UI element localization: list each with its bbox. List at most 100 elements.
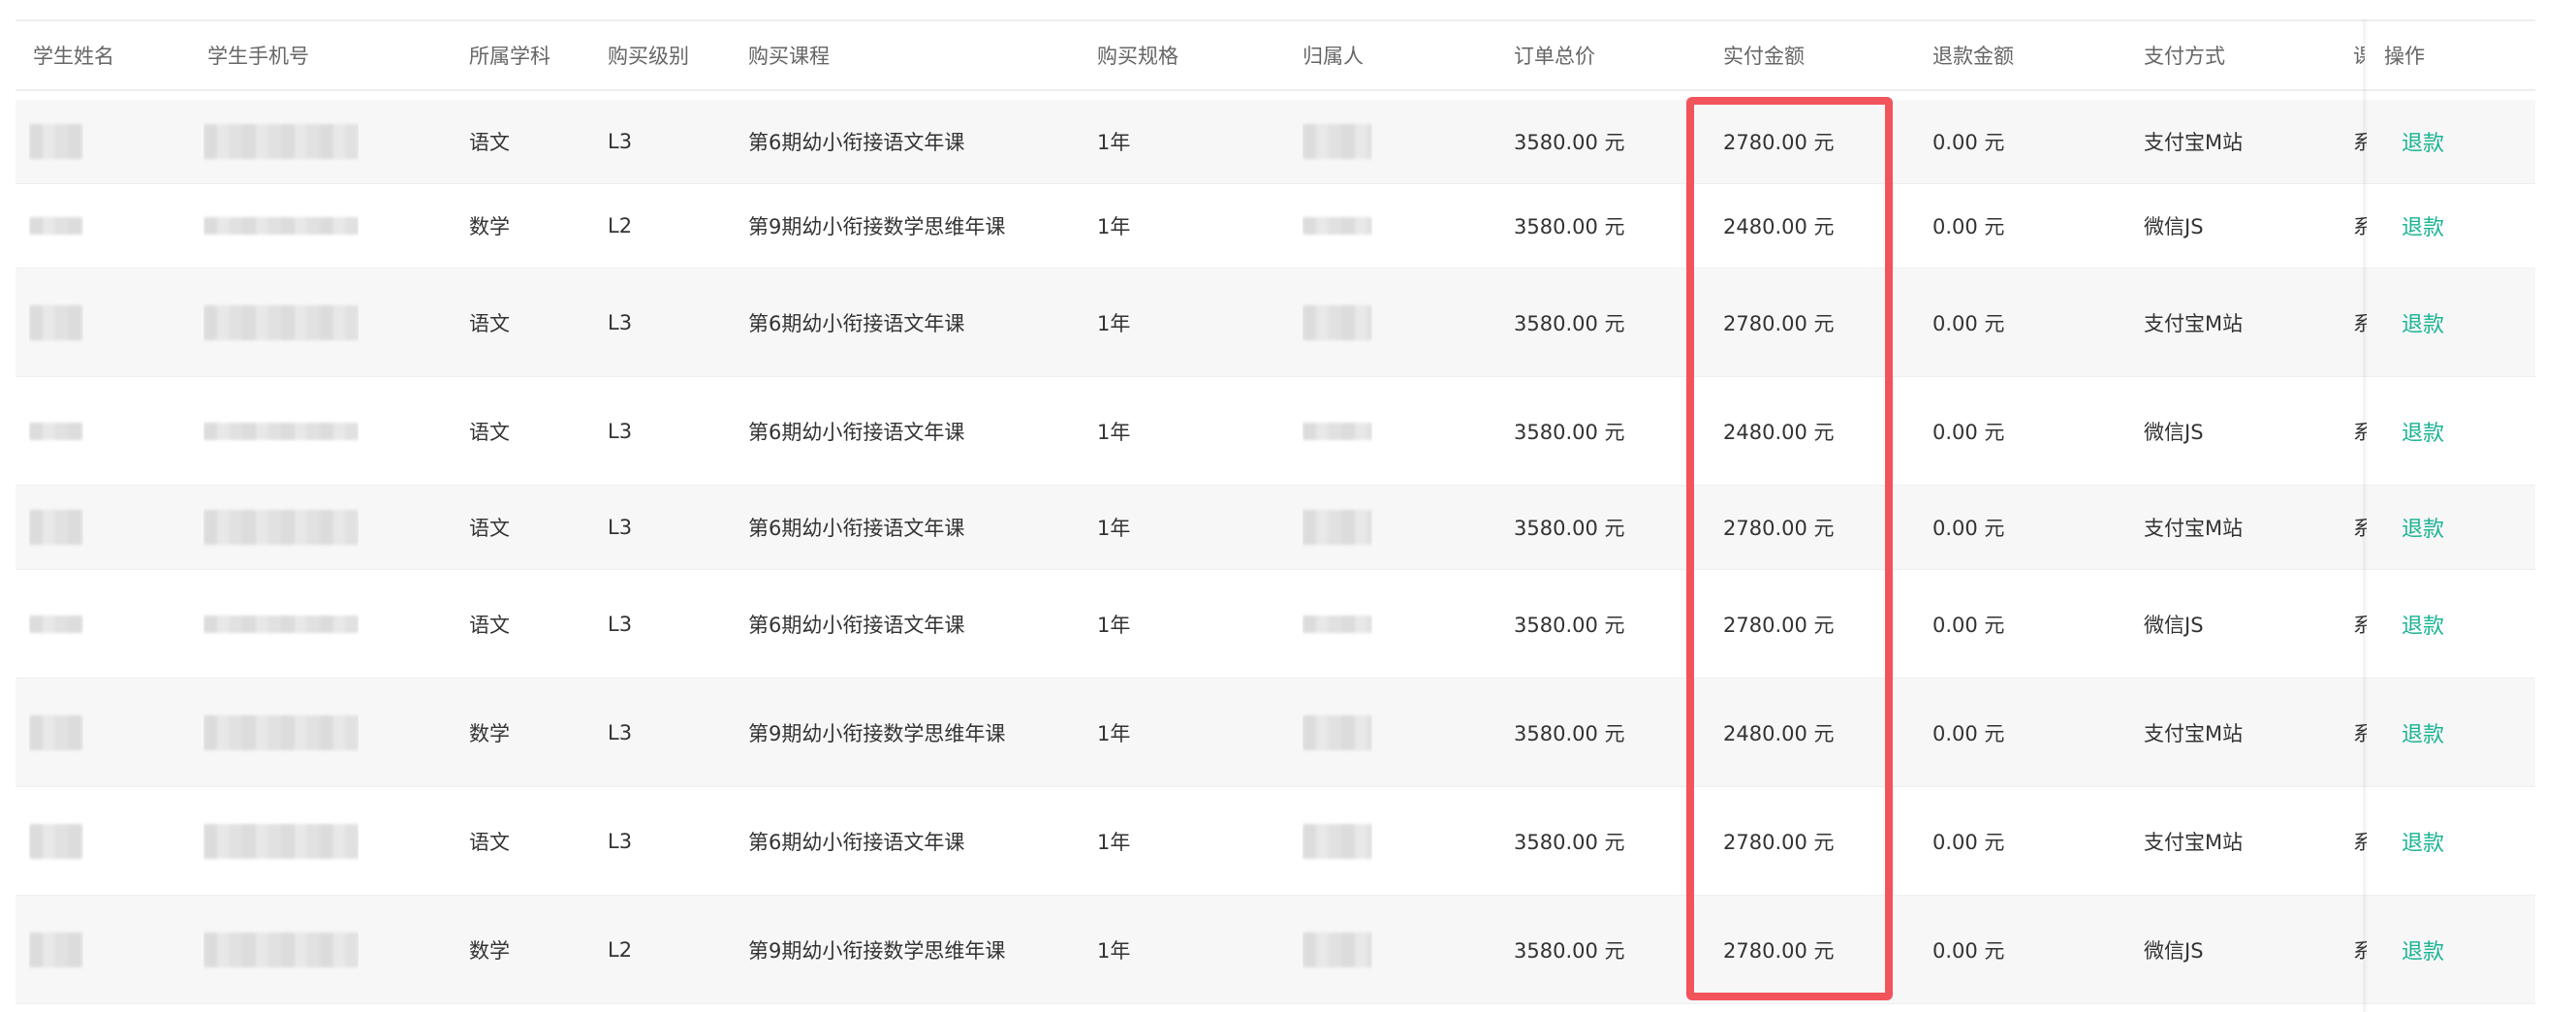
table-row: 语文 L3 第6期幼小衔接语文年课 1年 3580.00 元 2480.00 元…: [16, 377, 2535, 486]
paid-amount-cell: 2480.00 元: [1723, 721, 1835, 745]
table-row: 语文 L3 第6期幼小衔接语文年课 1年 3580.00 元 2780.00 元…: [16, 486, 2535, 570]
column-header-clipped: 课: [2353, 45, 2365, 68]
clipped-cell: 系: [2353, 896, 2367, 1003]
clipped-cell: 系: [2353, 377, 2367, 485]
action-cell: 退款: [2402, 679, 2444, 786]
column-header-subject: 所属学科: [469, 45, 550, 68]
level-cell: L3: [608, 829, 633, 853]
refund-button[interactable]: 退款: [2402, 717, 2444, 748]
refund-amount-cell: 0.00 元: [1932, 830, 2005, 854]
clipped-cell: 系: [2353, 100, 2367, 183]
clipped-cell: 系: [2353, 570, 2367, 678]
redacted-name: [29, 422, 83, 440]
redacted-phone: [204, 714, 359, 750]
column-header-spec: 购买规格: [1097, 45, 1178, 68]
redacted-phone: [204, 304, 359, 340]
column-header-action: 操作: [2384, 45, 2425, 68]
course-cell: 第6期幼小衔接语文年课: [748, 613, 965, 637]
student-phone-cell: [204, 896, 359, 1003]
student-name-cell: [29, 269, 83, 376]
redacted-owner: [1303, 217, 1372, 235]
order-total-cell: 3580.00 元: [1514, 721, 1625, 745]
spec-cell: 1年: [1097, 721, 1131, 745]
student-name-cell: [29, 787, 83, 895]
owner-cell: [1303, 269, 1372, 376]
refund-button[interactable]: 退款: [2402, 210, 2444, 241]
course-cell: 第6期幼小衔接语文年课: [748, 830, 965, 854]
clipped-cell: 系: [2353, 184, 2367, 268]
student-phone-cell: [204, 570, 359, 678]
refund-button[interactable]: 退款: [2402, 826, 2444, 857]
refund-amount-cell: 0.00 元: [1932, 613, 2005, 637]
clipped-cell: 系: [2353, 787, 2367, 895]
subject-cell: 语文: [469, 613, 510, 637]
redacted-owner: [1303, 510, 1372, 545]
payment-method-cell: 支付宝M站: [2144, 311, 2244, 335]
owner-cell: [1303, 787, 1372, 895]
order-total-cell: 3580.00 元: [1514, 420, 1625, 444]
paid-amount-cell: 2780.00 元: [1723, 131, 1835, 154]
redacted-owner: [1303, 615, 1372, 633]
payment-method-cell: 微信JS: [2144, 215, 2204, 238]
redacted-owner: [1303, 714, 1372, 750]
clipped-cell: 系: [2353, 679, 2367, 786]
owner-cell: [1303, 679, 1372, 786]
refund-amount-cell: 0.00 元: [1932, 311, 2005, 335]
redacted-name: [29, 304, 83, 340]
order-total-cell: 3580.00 元: [1514, 938, 1625, 963]
order-total-cell: 3580.00 元: [1514, 613, 1625, 637]
refund-button[interactable]: 退款: [2402, 126, 2444, 157]
redacted-phone: [204, 217, 359, 235]
redacted-name: [29, 615, 83, 633]
paid-amount-cell: 2780.00 元: [1723, 830, 1835, 854]
paid-amount-cell: 2780.00 元: [1723, 613, 1835, 637]
subject-cell: 数学: [469, 215, 510, 238]
subject-cell: 语文: [469, 311, 510, 335]
refund-amount-cell: 0.00 元: [1932, 131, 2005, 154]
student-name-cell: [29, 570, 83, 678]
level-cell: L3: [608, 516, 633, 539]
refund-button[interactable]: 退款: [2402, 609, 2444, 640]
level-cell: L3: [608, 130, 633, 153]
table-row: 语文 L3 第6期幼小衔接语文年课 1年 3580.00 元 2780.00 元…: [16, 570, 2535, 679]
course-cell: 第9期幼小衔接数学思维年课: [748, 215, 1006, 238]
spec-cell: 1年: [1097, 311, 1131, 335]
paid-amount-cell: 2780.00 元: [1723, 938, 1835, 963]
course-cell: 第6期幼小衔接语文年课: [748, 517, 965, 540]
paid-amount-cell: 2480.00 元: [1723, 215, 1835, 238]
refund-button[interactable]: 退款: [2402, 934, 2444, 965]
student-name-cell: [29, 100, 83, 183]
redacted-owner: [1303, 124, 1372, 159]
course-cell: 第9期幼小衔接数学思维年课: [748, 721, 1006, 745]
student-phone-cell: [204, 100, 359, 183]
course-cell: 第6期幼小衔接语文年课: [748, 131, 965, 154]
redacted-name: [29, 510, 83, 545]
student-name-cell: [29, 184, 83, 268]
action-cell: 退款: [2402, 570, 2444, 678]
refund-button[interactable]: 退款: [2402, 512, 2444, 543]
redacted-phone: [204, 510, 359, 545]
clipped-text: 系: [2353, 613, 2367, 637]
table-header: 学生姓名 学生手机号 所属学科 购买级别 购买课程 购买规格 归属人 订单总价 …: [16, 19, 2535, 91]
owner-cell: [1303, 486, 1372, 569]
payment-method-cell: 支付宝M站: [2144, 721, 2244, 745]
owner-cell: [1303, 896, 1372, 1003]
action-cell: 退款: [2402, 787, 2444, 895]
spec-cell: 1年: [1097, 420, 1131, 444]
refund-button[interactable]: 退款: [2402, 416, 2444, 447]
owner-cell: [1303, 184, 1372, 268]
clipped-cell: 系: [2353, 486, 2367, 569]
subject-cell: 语文: [469, 420, 510, 444]
payment-method-cell: 微信JS: [2144, 420, 2204, 444]
spec-cell: 1年: [1097, 131, 1131, 154]
clipped-text: 系: [2353, 215, 2367, 238]
spec-cell: 1年: [1097, 830, 1131, 854]
redacted-owner: [1303, 422, 1372, 440]
column-header-student-phone: 学生手机号: [207, 45, 309, 68]
student-phone-cell: [204, 679, 359, 786]
subject-cell: 数学: [469, 721, 510, 745]
redacted-name: [29, 124, 83, 159]
refund-button[interactable]: 退款: [2402, 307, 2444, 338]
order-total-cell: 3580.00 元: [1514, 517, 1625, 540]
student-phone-cell: [204, 486, 359, 569]
